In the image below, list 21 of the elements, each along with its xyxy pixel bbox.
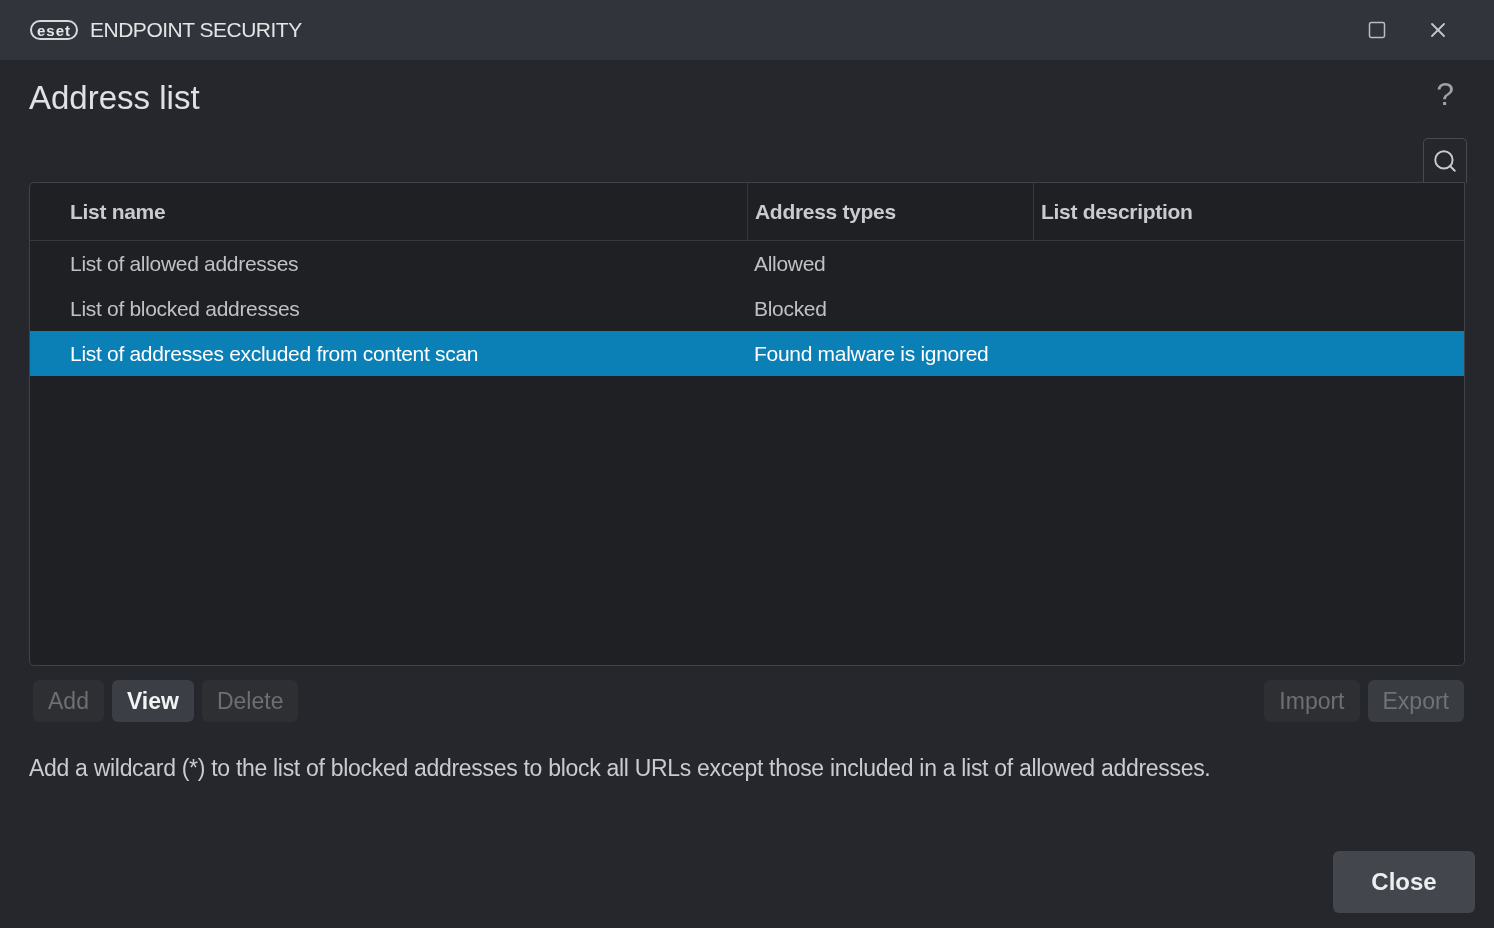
maximize-icon[interactable] [1366,19,1388,41]
table-cell-text: List of allowed addresses [70,250,299,277]
table-cell-text: Allowed [754,250,826,277]
column-header[interactable]: Address types [755,195,896,228]
search-icon[interactable] [1423,138,1467,183]
table-cell-text: Found malware is ignored [754,340,989,367]
table-row[interactable]: List of blocked addresses Blocked [30,286,1464,331]
table-cell-text: List of blocked addresses [70,295,300,322]
action-button[interactable]: View [111,680,194,722]
page-heading: Address list [29,78,200,118]
table-cell-text: List of addresses excluded from content scan [70,340,479,367]
close-button[interactable]: Close [1333,851,1475,913]
hint-text: Add a wildcard (*) to the list of blocked addresses to block all URLs except those included in a list of allowed addresses. [29,754,1212,783]
table-row[interactable]: List of allowed addresses Allowed [30,241,1464,286]
help-link[interactable]: ? [1436,76,1454,112]
column-header[interactable]: List name [70,195,166,228]
logo: eset [30,20,79,40]
table-row[interactable]: List of addresses excluded from content scan Found malware is ignored [30,331,1464,376]
window-title: ENDPOINT SECURITY [90,17,302,44]
column-header[interactable]: List description [1041,195,1193,228]
table-cell-text: Blocked [754,295,827,322]
